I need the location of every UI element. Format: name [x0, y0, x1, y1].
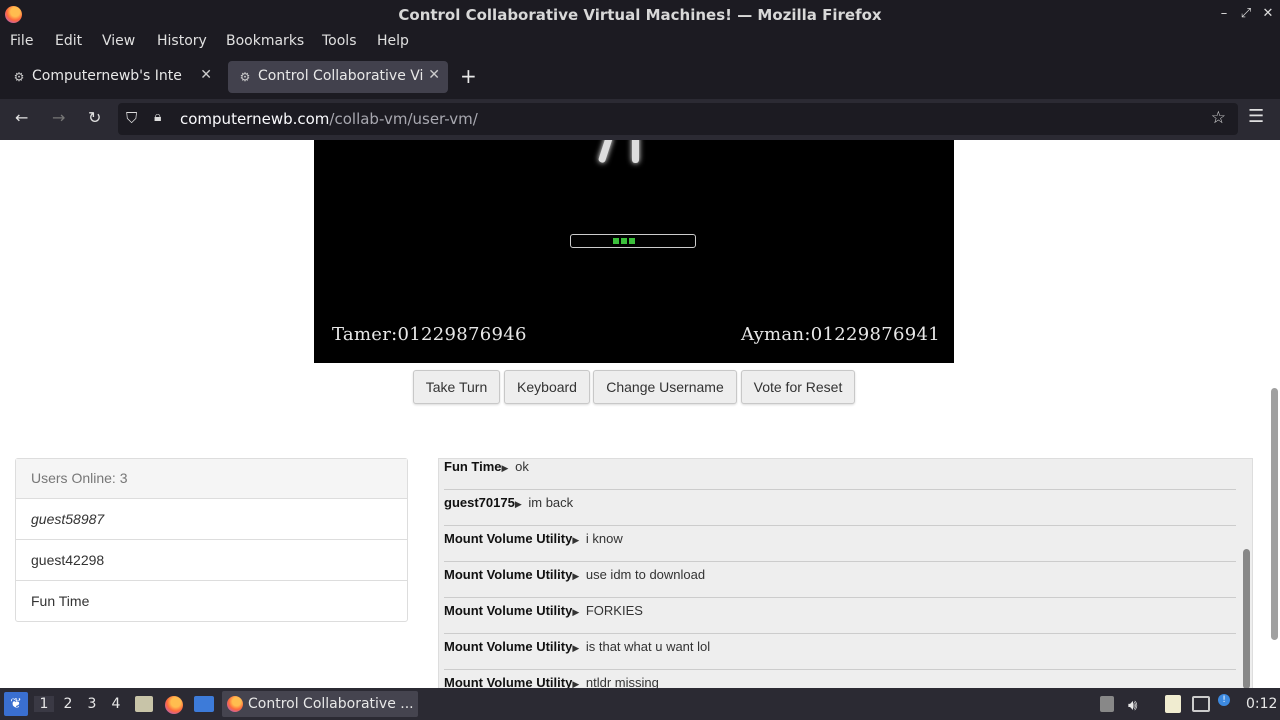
- lock-icon[interactable]: 🔒︎: [154, 109, 161, 125]
- file-manager-icon[interactable]: [135, 696, 153, 712]
- menu-history[interactable]: History: [157, 33, 207, 49]
- chat-text: FORKIES: [585, 603, 643, 618]
- maximize-icon[interactable]: ⤢: [1236, 4, 1256, 24]
- chat-message: guest70175▶ im back: [444, 490, 1236, 526]
- vm-caption-right: Ayman:01229876941: [741, 324, 940, 345]
- shield-icon[interactable]: ⛉: [126, 109, 137, 127]
- chat-arrow-icon: ▶: [572, 679, 580, 688]
- firefox-launcher-icon[interactable]: [165, 696, 183, 714]
- vote-reset-button[interactable]: Vote for Reset: [741, 370, 855, 404]
- taskbar-window-label: Control Collaborative ...: [248, 696, 414, 712]
- workspace-1[interactable]: 1: [34, 696, 54, 712]
- users-online-header: Users Online: 3: [16, 459, 407, 499]
- users-online-panel: Users Online: 3 guest58987 guest42298 Fu…: [15, 458, 408, 622]
- site-favicon-icon: ⚙: [13, 70, 25, 84]
- chat-text: im back: [528, 495, 574, 510]
- chat-message: Mount Volume Utility▶ is that what u wan…: [444, 634, 1236, 670]
- menu-bar: File Edit View History Bookmarks Tools H…: [0, 29, 1280, 54]
- change-username-button[interactable]: Change Username: [593, 370, 737, 404]
- chat-message: Mount Volume Utility▶ FORKIES: [444, 598, 1236, 634]
- close-tab-icon[interactable]: ✕: [200, 67, 212, 83]
- chat-username: Mount Volume Utility: [444, 531, 573, 546]
- chat-arrow-icon: ▶: [514, 499, 522, 509]
- tab-collab-vm[interactable]: ⚙ Control Collaborative Virtual ✕: [228, 61, 448, 93]
- chat-scrollbar[interactable]: [1243, 549, 1250, 688]
- back-icon[interactable]: ←: [15, 108, 28, 127]
- chat-message: Mount Volume Utility▶ use idm to downloa…: [444, 562, 1236, 598]
- desktop-icon[interactable]: [194, 696, 214, 712]
- user-item[interactable]: guest42298: [16, 540, 407, 581]
- close-window-icon[interactable]: ✕: [1258, 4, 1278, 24]
- vm-screen[interactable]: Tamer:01229876946 Ayman:01229876941: [314, 140, 954, 363]
- chat-text: use idm to download: [585, 567, 706, 582]
- hamburger-menu-icon[interactable]: ☰: [1248, 106, 1264, 127]
- chat-username: Mount Volume Utility: [444, 639, 573, 654]
- new-tab-button[interactable]: +: [460, 64, 477, 88]
- chat-message: Mount Volume Utility▶ ntldr missing: [444, 670, 1236, 688]
- chat-arrow-icon: ▶: [501, 463, 509, 473]
- chat-arrow-icon: ▶: [572, 643, 580, 653]
- volume-icon[interactable]: 🔊︎: [1128, 696, 1137, 714]
- chat-text: ntldr missing: [585, 675, 659, 688]
- menu-file[interactable]: File: [10, 33, 33, 49]
- chat-arrow-icon: ▶: [572, 535, 580, 545]
- minimize-icon[interactable]: –: [1214, 4, 1234, 24]
- menu-view[interactable]: View: [102, 33, 135, 49]
- chat-username: guest70175: [444, 495, 515, 510]
- network-icon[interactable]: [1192, 696, 1210, 712]
- close-tab-icon[interactable]: ✕: [428, 67, 440, 83]
- forward-icon[interactable]: →: [52, 108, 65, 127]
- start-menu-icon[interactable]: ❦: [4, 692, 28, 716]
- chat-arrow-icon: ▶: [572, 571, 580, 581]
- navigation-toolbar: ← → ↻ ⛉ 🔒︎ computernewb.com/collab-vm/us…: [0, 99, 1280, 140]
- menu-bookmarks[interactable]: Bookmarks: [226, 33, 304, 49]
- workspace-3[interactable]: 3: [82, 696, 102, 712]
- url-text[interactable]: computernewb.com/collab-vm/user-vm/: [180, 110, 478, 128]
- tab-computernewb[interactable]: ⚙ Computernewb's Internet ✕: [2, 61, 220, 93]
- workspace-2[interactable]: 2: [58, 696, 78, 712]
- chat-panel[interactable]: Fun Time▶ ok guest70175▶ im back Mount V…: [438, 458, 1253, 688]
- tray-notes-icon[interactable]: [1100, 696, 1114, 712]
- chat-arrow-icon: ▶: [572, 607, 580, 617]
- menu-help[interactable]: Help: [377, 33, 409, 49]
- url-bar[interactable]: ⛉ 🔒︎ computernewb.com/collab-vm/user-vm/…: [118, 103, 1238, 135]
- taskbar: ❦ 1 2 3 4 Control Collaborative ... 🔊︎ !…: [0, 688, 1280, 720]
- chat-text: is that what u want lol: [585, 639, 711, 654]
- keyboard-button[interactable]: Keyboard: [504, 370, 590, 404]
- chat-username: Mount Volume Utility: [444, 567, 573, 582]
- clipboard-icon[interactable]: [1165, 695, 1181, 713]
- menu-tools[interactable]: Tools: [322, 33, 357, 49]
- chat-text: i know: [585, 531, 623, 546]
- chat-username: Mount Volume Utility: [444, 675, 573, 688]
- clock[interactable]: 0:12: [1246, 696, 1277, 712]
- chat-message: Mount Volume Utility▶ i know: [444, 526, 1236, 562]
- page-content: Tamer:01229876946 Ayman:01229876941 Take…: [0, 140, 1280, 688]
- window-title: Control Collaborative Virtual Machines! …: [398, 6, 882, 24]
- workspace-4[interactable]: 4: [106, 696, 126, 712]
- window-titlebar: Control Collaborative Virtual Machines! …: [0, 0, 1280, 29]
- tab-bar: ⚙ Computernewb's Internet ✕ ⚙ Control Co…: [0, 54, 1280, 99]
- chat-message: Fun Time▶ ok: [444, 459, 1236, 490]
- user-item[interactable]: Fun Time: [16, 581, 407, 622]
- vm-caption-left: Tamer:01229876946: [332, 324, 527, 345]
- taskbar-firefox-window[interactable]: Control Collaborative ...: [222, 691, 418, 717]
- site-favicon-icon: ⚙: [239, 70, 251, 84]
- take-turn-button[interactable]: Take Turn: [413, 370, 500, 404]
- firefox-icon: [227, 696, 243, 712]
- vm-clock-digits: [594, 140, 674, 165]
- notification-icon[interactable]: !: [1218, 694, 1230, 706]
- chat-username: Mount Volume Utility: [444, 603, 573, 618]
- reload-icon[interactable]: ↻: [88, 108, 101, 127]
- vm-boot-progress-bar: [570, 234, 696, 248]
- menu-edit[interactable]: Edit: [55, 33, 82, 49]
- tab-label: Control Collaborative Virtual: [258, 68, 423, 84]
- tab-label: Computernewb's Internet: [32, 68, 182, 84]
- chat-username: Fun Time: [444, 459, 502, 474]
- bookmark-star-icon[interactable]: ☆: [1211, 108, 1226, 128]
- page-scrollbar[interactable]: [1271, 388, 1278, 640]
- user-item[interactable]: guest58987: [16, 499, 407, 540]
- chat-text: ok: [515, 459, 529, 474]
